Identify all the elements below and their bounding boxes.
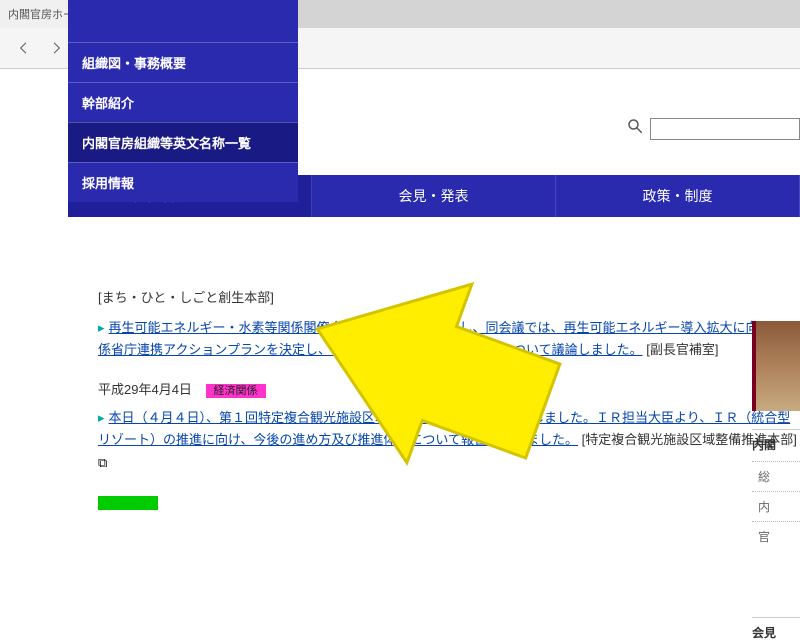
search-input[interactable] bbox=[650, 118, 800, 140]
nav-policy[interactable]: 政策・制度 bbox=[556, 175, 800, 217]
search-icon[interactable] bbox=[626, 117, 644, 140]
category-tag: 経済関係 bbox=[206, 384, 266, 398]
sidebar-heading: 内閣 bbox=[752, 436, 800, 453]
bullet-icon: ▸ bbox=[98, 410, 105, 425]
external-link-icon: ⧉ bbox=[98, 455, 107, 470]
sidebar-heading: 会見 bbox=[752, 617, 800, 641]
bullet-icon: ▸ bbox=[98, 320, 105, 335]
news-source: [副長官補室] bbox=[646, 342, 718, 357]
sidebar-image bbox=[752, 321, 800, 411]
nav-press[interactable]: 会見・発表 bbox=[312, 175, 556, 217]
dropdown-item-org[interactable]: 組織図・事務概要 bbox=[68, 42, 298, 82]
dropdown-item-recruit[interactable]: 採用情報 bbox=[68, 162, 298, 202]
news-context: [まち・ひと・しごと創生本部] bbox=[98, 287, 800, 309]
nav-dropdown: 組織図・事務概要 幹部紹介 内閣官房組織等英文名称一覧 採用情報 bbox=[68, 0, 298, 202]
sidebar-link[interactable]: 内 bbox=[752, 491, 800, 521]
news-date-row: 平成29年4月4日 経済関係 bbox=[98, 379, 800, 401]
back-button[interactable] bbox=[10, 34, 38, 62]
sidebar-link[interactable]: 官 bbox=[752, 521, 800, 551]
forward-button[interactable] bbox=[42, 34, 70, 62]
news-date: 平成29年4月4日 bbox=[98, 382, 192, 397]
sidebar-link[interactable]: 総 bbox=[752, 461, 800, 491]
category-tag bbox=[98, 496, 158, 510]
sidebar-section: 内閣 総 内 官 bbox=[752, 429, 800, 551]
dropdown-item-exec[interactable]: 幹部紹介 bbox=[68, 82, 298, 122]
news-date-row bbox=[98, 492, 800, 514]
news-item: ▸本日（４月４日）、第１回特定複合観光施設区域整備推進本部会合を開催しました。Ｉ… bbox=[98, 407, 800, 473]
news-item: ▸再生可能エネルギー・水素等関係閣僚会議（第１回）を開催し、同会議では、再生可能… bbox=[98, 317, 800, 361]
dropdown-item-english[interactable]: 内閣官房組織等英文名称一覧 bbox=[68, 122, 298, 162]
